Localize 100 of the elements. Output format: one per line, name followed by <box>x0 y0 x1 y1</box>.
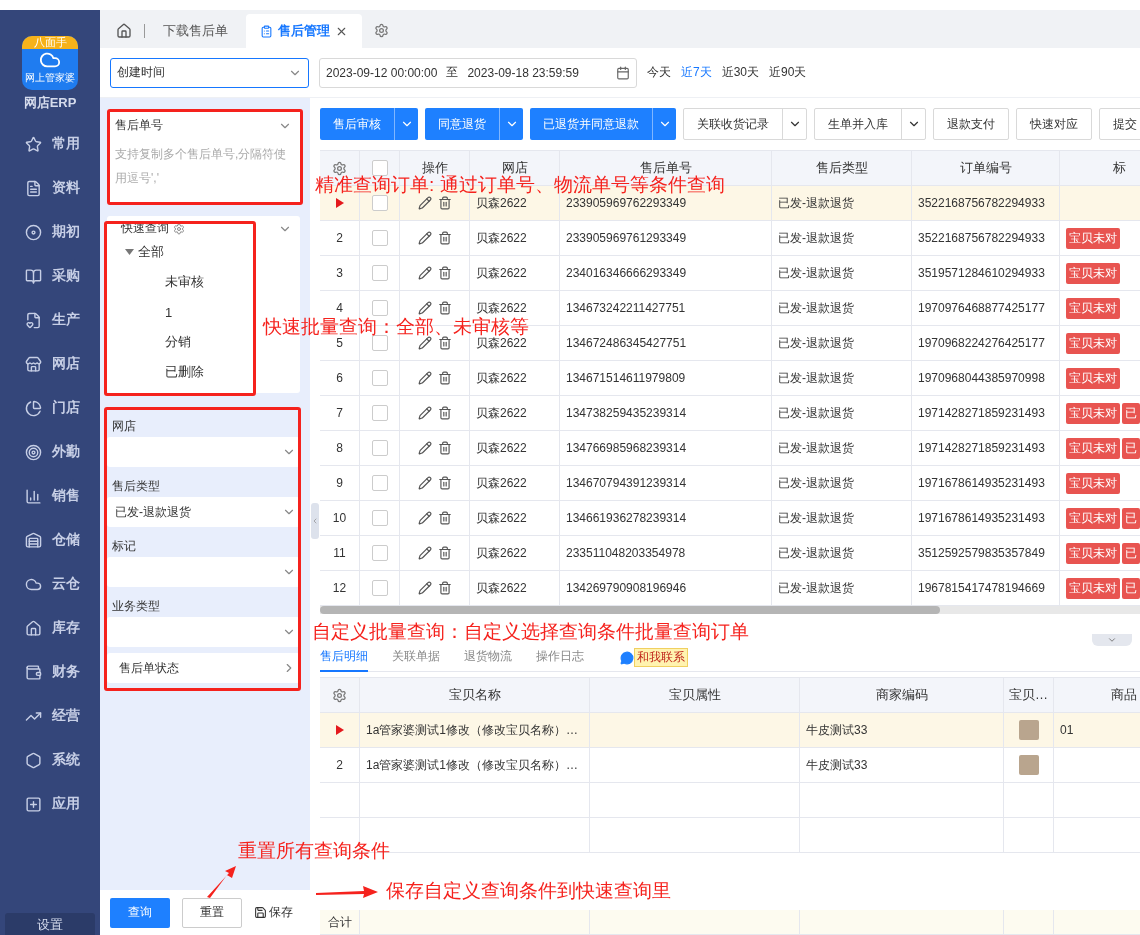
date-range-link[interactable]: 近30天 <box>721 64 760 81</box>
row-checkbox[interactable] <box>371 335 388 351</box>
delete-icon[interactable] <box>437 231 452 245</box>
row-checkbox[interactable] <box>371 370 388 386</box>
sidebar-item[interactable]: 期初 <box>0 210 100 254</box>
toolbar-button[interactable]: 售后审核 <box>320 108 418 140</box>
sidebar-item[interactable]: 系统 <box>0 738 100 782</box>
save-button[interactable]: 保存 <box>254 897 293 928</box>
reset-button[interactable]: 重置 <box>182 897 242 928</box>
delete-icon[interactable] <box>437 476 452 490</box>
row-checkbox[interactable] <box>371 475 388 491</box>
settings-button[interactable]: 设置 <box>5 913 95 935</box>
date-range-link[interactable]: 近7天 <box>681 64 712 81</box>
delete-icon[interactable] <box>437 406 452 420</box>
edit-icon[interactable] <box>417 511 432 525</box>
edit-icon[interactable] <box>417 266 432 280</box>
edit-icon[interactable] <box>417 441 432 455</box>
dropdown-select[interactable]: 已发-退款退货 <box>107 497 300 527</box>
page-tab[interactable]: 售后管理 <box>246 14 362 48</box>
row-checkbox[interactable] <box>371 440 388 456</box>
row-checkbox[interactable] <box>371 405 388 421</box>
column-settings-icon[interactable] <box>332 160 347 176</box>
settings-icon[interactable] <box>374 23 389 38</box>
tree-item[interactable]: 分销 <box>115 327 191 357</box>
detail-tab[interactable]: 操作日志 <box>536 643 584 672</box>
status-filter-row[interactable]: 售后单状态 <box>107 653 300 683</box>
delete-icon[interactable] <box>437 546 452 560</box>
edit-icon[interactable] <box>417 371 432 385</box>
detail-tab[interactable]: 退货物流 <box>464 643 512 672</box>
sidebar-item[interactable]: 财务 <box>0 650 100 694</box>
sidebar-item[interactable]: 常用 <box>0 122 100 166</box>
detail-tab[interactable]: 售后明细 <box>320 643 368 672</box>
edit-icon[interactable] <box>417 406 432 420</box>
date-range-field[interactable]: 2023-09-12 00:00:00 至 2023-09-18 23:59:59 <box>319 57 637 88</box>
horizontal-scrollbar[interactable] <box>320 606 1140 614</box>
delete-icon[interactable] <box>437 371 452 385</box>
toolbar-button[interactable]: 提交 <box>1099 108 1140 140</box>
page-tab[interactable]: 下载售后单 <box>149 14 242 48</box>
delete-icon[interactable] <box>437 441 452 455</box>
sidebar-item[interactable]: 网店 <box>0 342 100 386</box>
tree-item[interactable]: 已删除 <box>115 357 204 387</box>
row-checkbox[interactable] <box>371 545 388 561</box>
edit-icon[interactable] <box>417 196 432 210</box>
edit-icon[interactable] <box>417 476 432 490</box>
delete-icon[interactable] <box>437 336 452 350</box>
delete-icon[interactable] <box>437 301 452 315</box>
edit-icon[interactable] <box>417 231 432 245</box>
row-checkbox[interactable] <box>371 510 388 526</box>
contact-link[interactable]: 和我联系 <box>634 648 688 667</box>
select-all-checkbox[interactable] <box>371 160 388 176</box>
toolbar-button[interactable]: 快速对应 <box>1016 108 1092 140</box>
delete-icon[interactable] <box>437 581 452 595</box>
row-checkbox[interactable] <box>371 195 388 211</box>
row-checkbox[interactable] <box>371 300 388 316</box>
edit-icon[interactable] <box>417 301 432 315</box>
toolbar-button[interactable]: 关联收货记录 <box>683 108 807 140</box>
document-icon <box>25 179 42 197</box>
row-number: 4 <box>336 301 343 315</box>
tree-item[interactable]: 1 <box>115 297 173 327</box>
status-tag: 宝贝未对 <box>1066 227 1120 249</box>
sidebar-item[interactable]: 仓储 <box>0 518 100 562</box>
collapse-handle[interactable] <box>1092 634 1132 646</box>
column-settings-icon[interactable] <box>332 687 347 703</box>
home-icon[interactable] <box>116 23 132 39</box>
sidebar-item[interactable]: 外勤 <box>0 430 100 474</box>
sidebar-item[interactable]: 云仓 <box>0 562 100 606</box>
row-checkbox[interactable] <box>371 580 388 596</box>
sidebar-item[interactable]: 库存 <box>0 606 100 650</box>
sidebar-item[interactable]: 资料 <box>0 166 100 210</box>
status-tag: 已 <box>1122 542 1140 564</box>
sidebar-item[interactable]: 采购 <box>0 254 100 298</box>
toolbar-button[interactable]: 退款支付 <box>933 108 1009 140</box>
date-type-select[interactable]: 创建时间 <box>110 57 309 88</box>
sidebar-item[interactable]: 经营 <box>0 694 100 738</box>
edit-icon[interactable] <box>417 336 432 350</box>
toolbar-button[interactable]: 生单并入库 <box>814 108 926 140</box>
sidebar-item[interactable]: 生产 <box>0 298 100 342</box>
row-checkbox[interactable] <box>371 265 388 281</box>
collapse-handle[interactable] <box>311 503 319 539</box>
edit-icon[interactable] <box>417 546 432 560</box>
delete-icon[interactable] <box>437 196 452 210</box>
detail-tab[interactable]: 关联单据 <box>392 643 440 672</box>
toolbar-button[interactable]: 已退货并同意退款 <box>530 108 676 140</box>
query-button[interactable]: 查询 <box>110 897 170 928</box>
date-range-link[interactable]: 近90天 <box>769 64 807 81</box>
sidebar-item[interactable]: 门店 <box>0 386 100 430</box>
delete-icon[interactable] <box>437 511 452 525</box>
sidebar-item[interactable]: 销售 <box>0 474 100 518</box>
date-range-link[interactable]: 今天 <box>647 64 671 81</box>
hexagon-icon <box>25 751 42 769</box>
edit-icon[interactable] <box>417 581 432 595</box>
tree-item[interactable]: 全部 <box>115 237 164 267</box>
tree-item[interactable]: 未审核 <box>115 267 204 297</box>
row-checkbox[interactable] <box>371 230 388 246</box>
chat-bubble-icon[interactable] <box>620 650 634 665</box>
annotation-text: 保存自定义查询条件到快速查询里 <box>386 879 671 903</box>
delete-icon[interactable] <box>437 266 452 280</box>
sidebar-item[interactable]: 应用 <box>0 782 100 826</box>
settings-icon[interactable] <box>173 222 185 235</box>
toolbar-button[interactable]: 同意退货 <box>425 108 523 140</box>
